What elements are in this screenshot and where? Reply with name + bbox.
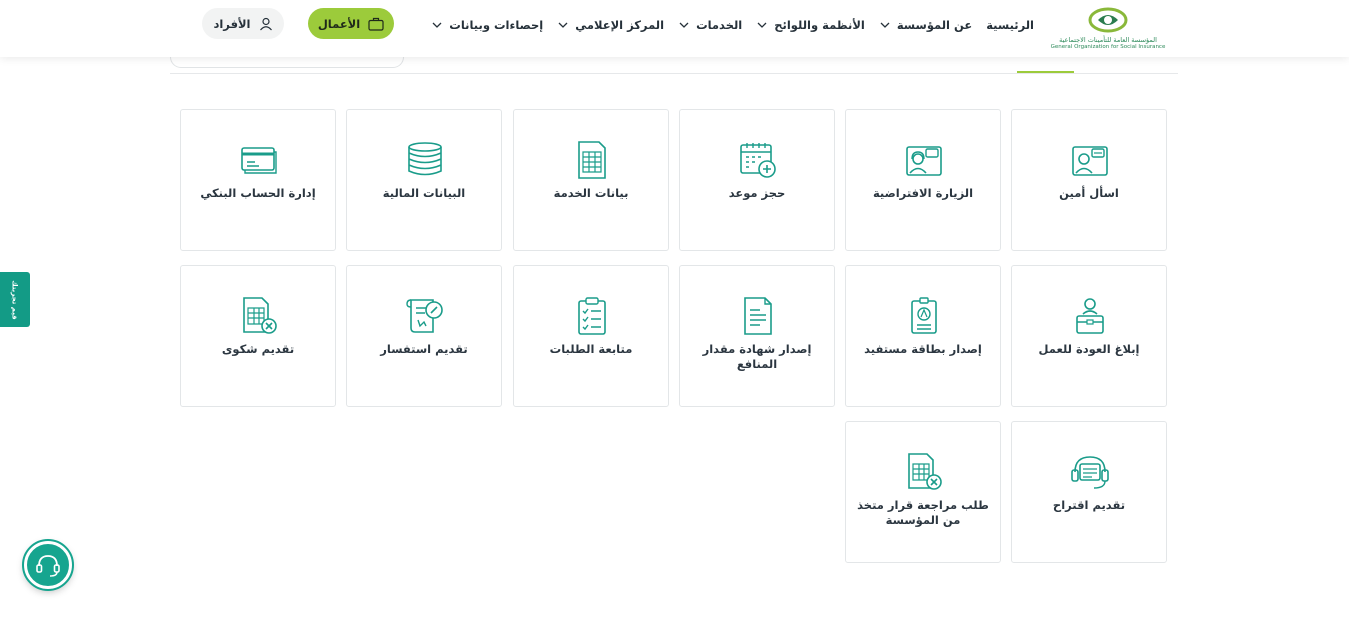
calendar-add-icon [740, 143, 776, 178]
gosi-logo[interactable]: المؤسسة العامة للتأمينات الاجتماعية Gene… [1050, 6, 1166, 52]
nav-label: الرئيسية [986, 18, 1034, 32]
nav-item-regulations[interactable]: الأنظمة واللوائح [742, 18, 865, 32]
chevron-down-icon [757, 22, 767, 28]
service-card-decision-review[interactable]: طلب مراجعة قرار متخذ من المؤسسة [845, 421, 1001, 563]
service-card-submit-suggestion[interactable]: تقديم اقتراح [1011, 421, 1167, 563]
logo-english-text: General Organization for Social Insuranc… [1050, 44, 1166, 50]
search-box[interactable] [170, 57, 404, 68]
nav-item-media-center[interactable]: المركز الإعلامي [543, 18, 664, 32]
nav-label: عن المؤسسة [896, 18, 973, 32]
nav-item-services[interactable]: الخدمات [664, 18, 742, 32]
nav-item-home[interactable]: الرئيسية [972, 18, 1034, 32]
chat-agent-icon [1072, 146, 1108, 176]
services-tab-bar [170, 57, 1178, 74]
individuals-button[interactable]: الأفراد [202, 8, 284, 39]
document-table-icon [578, 141, 606, 179]
active-tab-indicator [1017, 71, 1074, 73]
inquiry-scroll-icon [406, 299, 443, 333]
service-card-service-data[interactable]: بيانات الخدمة [513, 109, 669, 251]
support-chat-button[interactable] [22, 539, 74, 591]
chevron-down-icon [880, 22, 890, 28]
service-label: متابعة الطلبات [549, 342, 633, 356]
service-label: إبلاغ العودة للعمل [1038, 342, 1140, 356]
service-label: الزيارة الافتراضية [872, 186, 974, 200]
service-label: إصدار شهادة مقدار المنافع [702, 342, 812, 371]
service-card-benefits-certificate[interactable]: إصدار شهادة مقدار المنافع [679, 265, 835, 407]
nav-item-statistics[interactable]: إحصاءات وبيانات [417, 18, 543, 32]
virtual-visit-icon [906, 146, 942, 176]
service-label: إدارة الحساب البنكي [200, 186, 316, 200]
service-card-book-appointment[interactable]: حجز موعد [679, 109, 835, 251]
business-label: الأعمال [317, 16, 361, 31]
service-card-ask-ameen[interactable]: اسأل أمين [1011, 109, 1167, 251]
service-label: تقديم اقتراح [1052, 498, 1126, 512]
chevron-down-icon [558, 22, 568, 28]
service-card-track-requests[interactable]: متابعة الطلبات [513, 265, 669, 407]
nav-label: إحصاءات وبيانات [449, 18, 544, 32]
service-card-virtual-visit[interactable]: الزيارة الافتراضية [845, 109, 1001, 251]
service-label: تقديم استفسار [380, 342, 468, 356]
logo-arabic-text: المؤسسة العامة للتأمينات الاجتماعية [1059, 36, 1157, 44]
logo-mark-icon [1088, 7, 1128, 33]
service-label: اسأل أمين [1059, 186, 1119, 200]
service-card-submit-complaint[interactable]: تقديم شكوى [180, 265, 336, 407]
suggestion-support-icon [1071, 456, 1109, 489]
business-button[interactable]: الأعمال [308, 8, 394, 39]
headset-icon [36, 555, 60, 577]
service-label: حجز موعد [728, 186, 786, 200]
nav-item-about[interactable]: عن المؤسسة [865, 18, 972, 32]
service-card-submit-inquiry[interactable]: تقديم استفسار [346, 265, 502, 407]
nav-label: الأنظمة واللوائح [774, 18, 865, 32]
user-icon [259, 17, 272, 30]
service-card-beneficiary-card[interactable]: إصدار بطاقة مستفيد [845, 265, 1001, 407]
service-label: بيانات الخدمة [553, 186, 629, 200]
chevron-down-icon [679, 22, 689, 28]
coins-icon [408, 142, 442, 176]
individuals-label: الأفراد [213, 16, 251, 31]
briefcase-icon [368, 17, 384, 31]
complaint-document-icon [243, 297, 277, 334]
service-label: البيانات المالية [382, 186, 466, 200]
service-card-return-to-work[interactable]: إبلاغ العودة للعمل [1011, 265, 1167, 407]
worker-briefcase-icon [1076, 298, 1104, 334]
service-card-financial-data[interactable]: البيانات المالية [346, 109, 502, 251]
bank-card-icon [241, 147, 277, 174]
review-decision-icon [908, 453, 942, 490]
rate-experience-label: قيم تجربتك [11, 279, 19, 320]
service-label: تقديم شكوى [221, 342, 295, 356]
service-label: طلب مراجعة قرار متخذ من المؤسسة [857, 498, 989, 527]
chevron-down-icon [432, 22, 442, 28]
service-label: إصدار بطاقة مستفيد [864, 342, 982, 356]
certificate-icon [744, 297, 772, 335]
nav-label: المركز الإعلامي [575, 18, 665, 32]
id-badge-icon [911, 297, 937, 334]
top-header: المؤسسة العامة للتأمينات الاجتماعية Gene… [0, 0, 1349, 57]
nav-label: الخدمات [696, 18, 743, 32]
service-card-bank-account[interactable]: إدارة الحساب البنكي [180, 109, 336, 251]
rate-experience-tab[interactable]: قيم تجربتك [0, 272, 30, 327]
main-nav: إحصاءات وبيانات المركز الإعلامي الخدمات … [417, 18, 1034, 32]
checklist-icon [578, 297, 606, 335]
